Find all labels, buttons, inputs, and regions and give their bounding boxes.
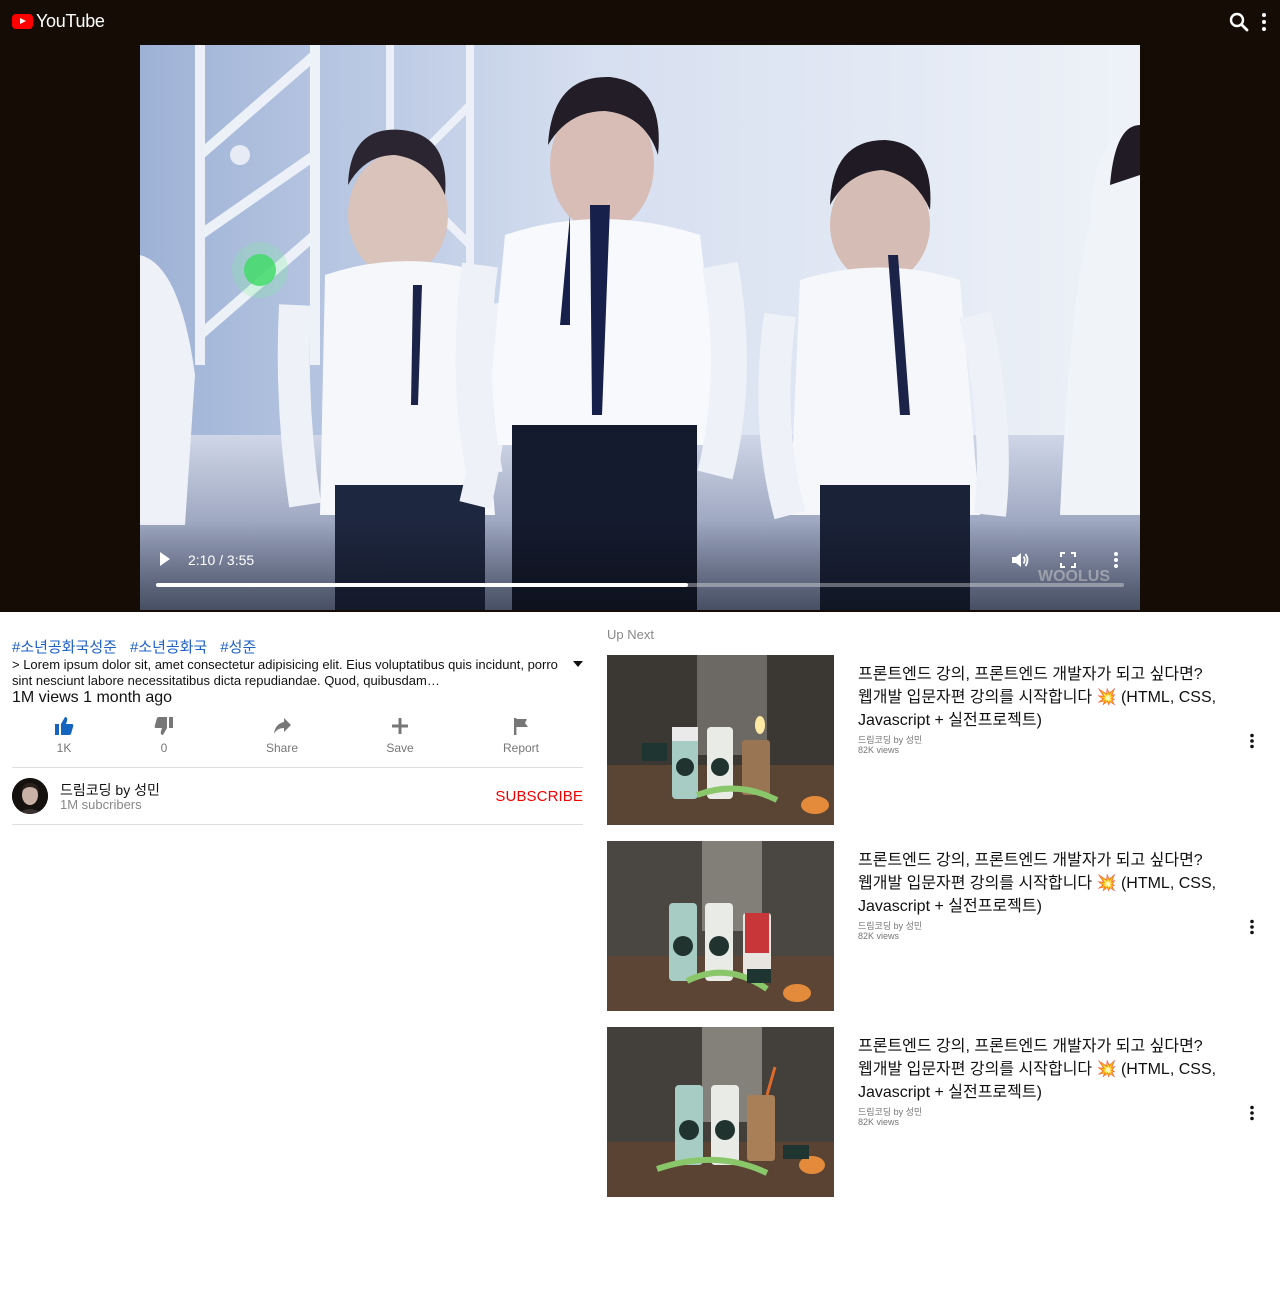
avatar-image [12,778,48,814]
subscriber-count: 1M subcribers [60,797,142,812]
plus-icon [392,718,408,734]
video-title[interactable]: 프론트엔드 강의, 프론트엔드 개발자가 되고 싶다면? 웹개발 입문자편 강의… [858,849,1220,918]
hashtag[interactable]: #성준 [220,639,256,656]
list-item[interactable]: 프론트엔드 강의, 프론트엔드 개발자가 되고 싶다면? 웹개발 입문자편 강의… [607,655,1267,825]
thumbnail-image [607,1027,834,1197]
hashtag[interactable]: #소년공화국 [130,639,207,656]
dislike-button[interactable]: 0 [124,716,204,755]
video-thumbnail[interactable] [607,655,834,825]
more-vertical-icon[interactable] [1248,1105,1256,1121]
hashtags: #소년공화국성준 #소년공화국 #성준 [12,636,269,657]
divider [12,824,583,825]
video-player[interactable]: WOOLUS 2:10 / 3:55 [140,45,1140,610]
youtube-logo[interactable]: YouTube [12,11,105,32]
youtube-logo-icon [12,14,33,29]
top-bar: YouTube [0,0,1280,45]
play-icon[interactable] [158,550,172,568]
channel-row: 드림코딩 by 성민 1M subcribers SUBSCRIBE [12,778,583,814]
thumbs-up-icon [55,717,74,735]
list-item[interactable]: 프론트엔드 강의, 프론트엔드 개발자가 되고 싶다면? 웹개발 입문자편 강의… [607,1027,1267,1197]
thumbs-down-icon [154,717,173,735]
more-vertical-icon[interactable] [1258,12,1270,32]
save-button[interactable]: Save [360,716,440,755]
share-button[interactable]: Share [242,716,322,755]
video-views: 82K views [858,1117,900,1127]
up-next-heading: Up Next [607,627,654,642]
like-count: 1K [56,741,72,755]
logo-text: YouTube [36,11,105,31]
progress-bar[interactable] [156,583,1124,587]
video-title[interactable]: 프론트엔드 강의, 프론트엔드 개발자가 되고 싶다면? 웹개발 입문자편 강의… [858,1035,1220,1104]
save-label: Save [386,741,414,755]
search-icon[interactable] [1229,12,1249,32]
subscribe-button[interactable]: SUBSCRIBE [495,788,583,805]
video-thumbnail[interactable] [607,1027,834,1197]
avatar[interactable] [12,778,48,814]
share-icon [274,718,291,734]
thumbnail-image [607,655,834,825]
hashtag[interactable]: #소년공화국성준 [12,639,117,656]
controls-gradient [140,520,1140,610]
action-bar: 1K 0 Share Save Report [12,716,582,768]
video-views: 82K views [858,931,900,941]
video-description: > Lorem ipsum dolor sit, amet consectetu… [12,657,558,688]
flag-icon [514,718,528,735]
divider [12,767,583,768]
more-vertical-icon[interactable] [1248,919,1256,935]
thumbnail-image [607,841,834,1011]
more-vertical-icon[interactable] [1248,733,1256,749]
video-meta: 1M views 1 month ago [12,689,173,706]
video-more-icon[interactable] [1111,550,1121,570]
video-thumbnail[interactable] [607,841,834,1011]
report-button[interactable]: Report [481,716,561,755]
progress-fill [156,583,689,587]
list-item[interactable]: 프론트엔드 강의, 프론트엔드 개발자가 되고 싶다면? 웹개발 입문자편 강의… [607,841,1267,1011]
share-label: Share [265,741,299,755]
chevron-down-icon[interactable] [573,660,583,668]
report-label: Report [502,741,540,755]
like-button[interactable]: 1K [24,716,104,755]
video-views: 82K views [858,745,900,755]
fullscreen-icon[interactable] [1060,552,1076,568]
video-title[interactable]: 프론트엔드 강의, 프론트엔드 개발자가 되고 싶다면? 웹개발 입문자편 강의… [858,663,1220,732]
dislike-count: 0 [160,741,168,755]
volume-icon[interactable] [1010,550,1030,570]
time-display: 2:10 / 3:55 [188,552,255,568]
